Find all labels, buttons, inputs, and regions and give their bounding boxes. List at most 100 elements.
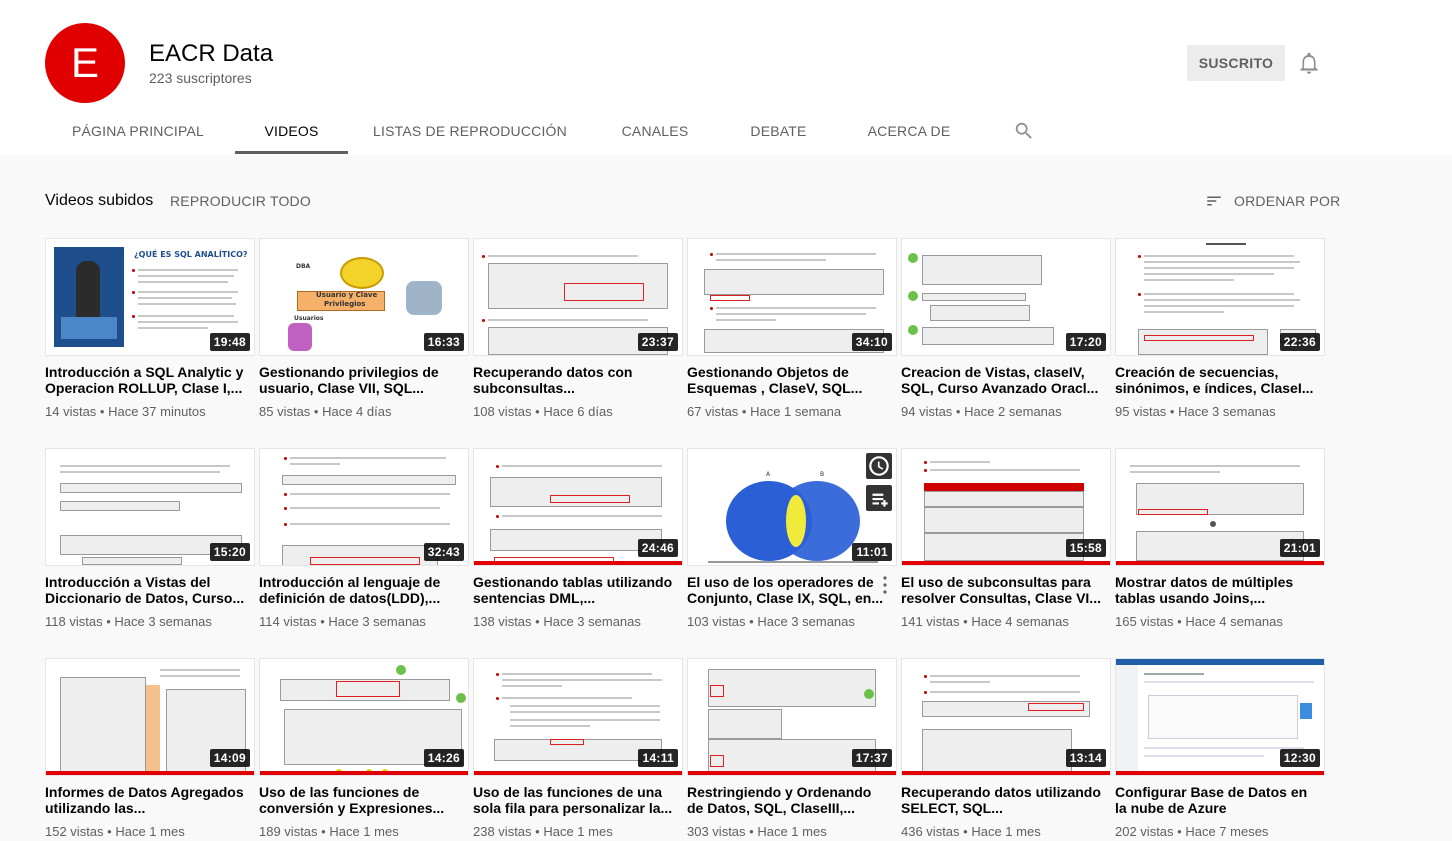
video-card[interactable]: 14:26 Uso de las funciones de conversión… bbox=[259, 658, 469, 839]
video-thumbnail[interactable]: 13:14 bbox=[901, 658, 1111, 776]
video-card[interactable]: 13:14 Recuperando datos utilizando SELEC… bbox=[901, 658, 1111, 839]
channel-avatar[interactable]: E bbox=[45, 23, 125, 103]
video-card[interactable]: 24:46 Gestionando tablas utilizando sent… bbox=[473, 448, 683, 629]
tab-discussion[interactable]: DEBATE bbox=[737, 112, 820, 155]
video-card[interactable]: ¿QUÉ ES SQL ANALÍTICO? 19:48 Introducció… bbox=[45, 238, 255, 419]
video-card[interactable]: 15:58 El uso de subconsultas para resolv… bbox=[901, 448, 1111, 629]
video-meta: 114 vistas • Hace 3 semanas bbox=[259, 614, 426, 629]
bell-icon[interactable] bbox=[1296, 50, 1322, 76]
video-title[interactable]: Recuperando datos utilizando SELECT, SQL… bbox=[901, 784, 1101, 816]
video-thumbnail[interactable]: DBA Usuario y Clave Privilegios Usuarios… bbox=[259, 238, 469, 356]
watch-progress bbox=[1116, 561, 1324, 565]
video-duration: 17:37 bbox=[851, 749, 892, 767]
video-title[interactable]: Informes de Datos Agregados utilizando l… bbox=[45, 784, 245, 816]
video-card[interactable]: 34:10 Gestionando Objetos de Esquemas , … bbox=[687, 238, 897, 419]
video-card[interactable]: 14:09 Informes de Datos Agregados utiliz… bbox=[45, 658, 255, 839]
video-thumbnail[interactable]: 12:30 bbox=[1115, 658, 1325, 776]
video-card[interactable]: 14:11 Uso de las funciones de una sola f… bbox=[473, 658, 683, 839]
video-meta: 165 vistas • Hace 4 semanas bbox=[1115, 614, 1283, 629]
video-title[interactable]: Mostrar datos de múltiples tablas usando… bbox=[1115, 574, 1315, 606]
video-meta: 67 vistas • Hace 1 semana bbox=[687, 404, 842, 419]
video-thumbnail[interactable]: 17:37 bbox=[687, 658, 897, 776]
video-thumbnail[interactable]: 22:36 bbox=[1115, 238, 1325, 356]
video-card[interactable]: DBA Usuario y Clave Privilegios Usuarios… bbox=[259, 238, 469, 419]
video-card[interactable]: 22:36 Creación de secuencias, sinónimos,… bbox=[1115, 238, 1325, 419]
view-count: 436 vistas bbox=[901, 824, 960, 839]
channel-name: EACR Data bbox=[149, 40, 274, 67]
subscribed-button[interactable]: SUSCRITO bbox=[1187, 45, 1285, 81]
video-card[interactable]: 15:20 Introducción a Vistas del Dicciona… bbox=[45, 448, 255, 629]
video-title[interactable]: Gestionando privilegios de usuario, Clas… bbox=[259, 364, 459, 396]
video-meta: 85 vistas • Hace 4 días bbox=[259, 404, 392, 419]
video-duration: 14:09 bbox=[209, 749, 250, 767]
video-meta: 238 vistas • Hace 1 mes bbox=[473, 824, 613, 839]
video-title[interactable]: Gestionando Objetos de Esquemas , ClaseV… bbox=[687, 364, 887, 396]
video-title[interactable]: Creacion de Vistas, claseIV, SQL, Curso … bbox=[901, 364, 1101, 396]
view-count: 103 vistas bbox=[687, 614, 746, 629]
video-thumbnail[interactable]: 14:09 bbox=[45, 658, 255, 776]
video-thumbnail[interactable]: 24:46 bbox=[473, 448, 683, 566]
video-duration: 13:14 bbox=[1065, 749, 1106, 767]
video-title[interactable]: El uso de los operadores de Conjunto, Cl… bbox=[687, 574, 887, 606]
video-thumbnail[interactable]: 34:10 bbox=[687, 238, 897, 356]
view-count: 95 vistas bbox=[1115, 404, 1167, 419]
play-all-button[interactable]: REPRODUCIR TODO bbox=[170, 193, 311, 209]
video-meta: 108 vistas • Hace 6 días bbox=[473, 404, 613, 419]
watch-later-icon[interactable] bbox=[866, 453, 892, 479]
tab-home[interactable]: PÁGINA PRINCIPAL bbox=[62, 112, 214, 155]
video-thumbnail[interactable]: 17:20 bbox=[901, 238, 1111, 356]
view-count: 85 vistas bbox=[259, 404, 311, 419]
upload-age: Hace 1 mes bbox=[329, 824, 399, 839]
upload-age: Hace 37 minutos bbox=[108, 404, 206, 419]
upload-age: Hace 3 semanas bbox=[114, 614, 212, 629]
upload-age: Hace 3 semanas bbox=[328, 614, 426, 629]
add-to-queue-icon[interactable] bbox=[866, 485, 892, 511]
video-duration: 32:43 bbox=[423, 543, 464, 561]
watch-progress bbox=[260, 771, 468, 775]
video-duration: 23:37 bbox=[637, 333, 678, 351]
video-title[interactable]: Recuperando datos con subconsultas... bbox=[473, 364, 673, 396]
video-card[interactable]: 12:30 Configurar Base de Datos en la nub… bbox=[1115, 658, 1325, 839]
video-title[interactable]: Restringiendo y Ordenando de Datos, SQL,… bbox=[687, 784, 887, 816]
video-meta: 152 vistas • Hace 1 mes bbox=[45, 824, 185, 839]
video-title[interactable]: Introducción al lenguaje de definición d… bbox=[259, 574, 459, 606]
watch-progress bbox=[902, 771, 1110, 775]
video-title[interactable]: Uso de las funciones de conversión y Exp… bbox=[259, 784, 459, 816]
video-title[interactable]: Configurar Base de Datos en la nube de A… bbox=[1115, 784, 1315, 816]
tab-playlists[interactable]: LISTAS DE REPRODUCCIÓN bbox=[368, 112, 572, 155]
video-duration: 22:36 bbox=[1279, 333, 1320, 351]
more-options-icon[interactable] bbox=[883, 576, 887, 594]
video-card[interactable]: 32:43 Introducción al lenguaje de defini… bbox=[259, 448, 469, 629]
view-count: 108 vistas bbox=[473, 404, 532, 419]
video-thumbnail[interactable]: 15:58 bbox=[901, 448, 1111, 566]
search-icon[interactable] bbox=[1013, 120, 1035, 142]
video-thumbnail[interactable]: 23:37 bbox=[473, 238, 683, 356]
video-title[interactable]: Introducción a SQL Analytic y Operacion … bbox=[45, 364, 245, 396]
video-thumbnail[interactable]: 32:43 bbox=[259, 448, 469, 566]
video-title[interactable]: Uso de las funciones de una sola fila pa… bbox=[473, 784, 673, 816]
tab-about[interactable]: ACERCA DE bbox=[856, 112, 962, 155]
video-title[interactable]: Creación de secuencias, sinónimos, e índ… bbox=[1115, 364, 1315, 396]
video-thumbnail[interactable]: A B 11:01 bbox=[687, 448, 897, 566]
video-thumbnail[interactable]: ¿QUÉ ES SQL ANALÍTICO? 19:48 bbox=[45, 238, 255, 356]
video-card[interactable]: 17:37 Restringiendo y Ordenando de Datos… bbox=[687, 658, 897, 839]
video-card[interactable]: 17:20 Creacion de Vistas, claseIV, SQL, … bbox=[901, 238, 1111, 419]
video-thumbnail[interactable]: 14:11 bbox=[473, 658, 683, 776]
sort-label: ORDENAR POR bbox=[1234, 193, 1341, 209]
video-card[interactable]: 23:37 Recuperando datos con subconsultas… bbox=[473, 238, 683, 419]
video-duration: 24:46 bbox=[637, 539, 678, 557]
hover-actions bbox=[866, 453, 892, 517]
video-thumbnail[interactable]: 14:26 bbox=[259, 658, 469, 776]
video-thumbnail[interactable]: 21:01 bbox=[1115, 448, 1325, 566]
video-title[interactable]: Gestionando tablas utilizando sentencias… bbox=[473, 574, 673, 606]
video-title[interactable]: Introducción a Vistas del Diccionario de… bbox=[45, 574, 245, 606]
video-title[interactable]: El uso de subconsultas para resolver Con… bbox=[901, 574, 1101, 606]
video-meta: 189 vistas • Hace 1 mes bbox=[259, 824, 399, 839]
video-card[interactable]: A B 11:01 El uso de los operadores de Co… bbox=[687, 448, 897, 629]
video-thumbnail[interactable]: 15:20 bbox=[45, 448, 255, 566]
tab-channels[interactable]: CANALES bbox=[608, 112, 702, 155]
tab-videos[interactable]: VIDEOS bbox=[235, 112, 348, 155]
video-card[interactable]: 21:01 Mostrar datos de múltiples tablas … bbox=[1115, 448, 1325, 629]
view-count: 189 vistas bbox=[259, 824, 318, 839]
video-duration: 12:30 bbox=[1279, 749, 1320, 767]
